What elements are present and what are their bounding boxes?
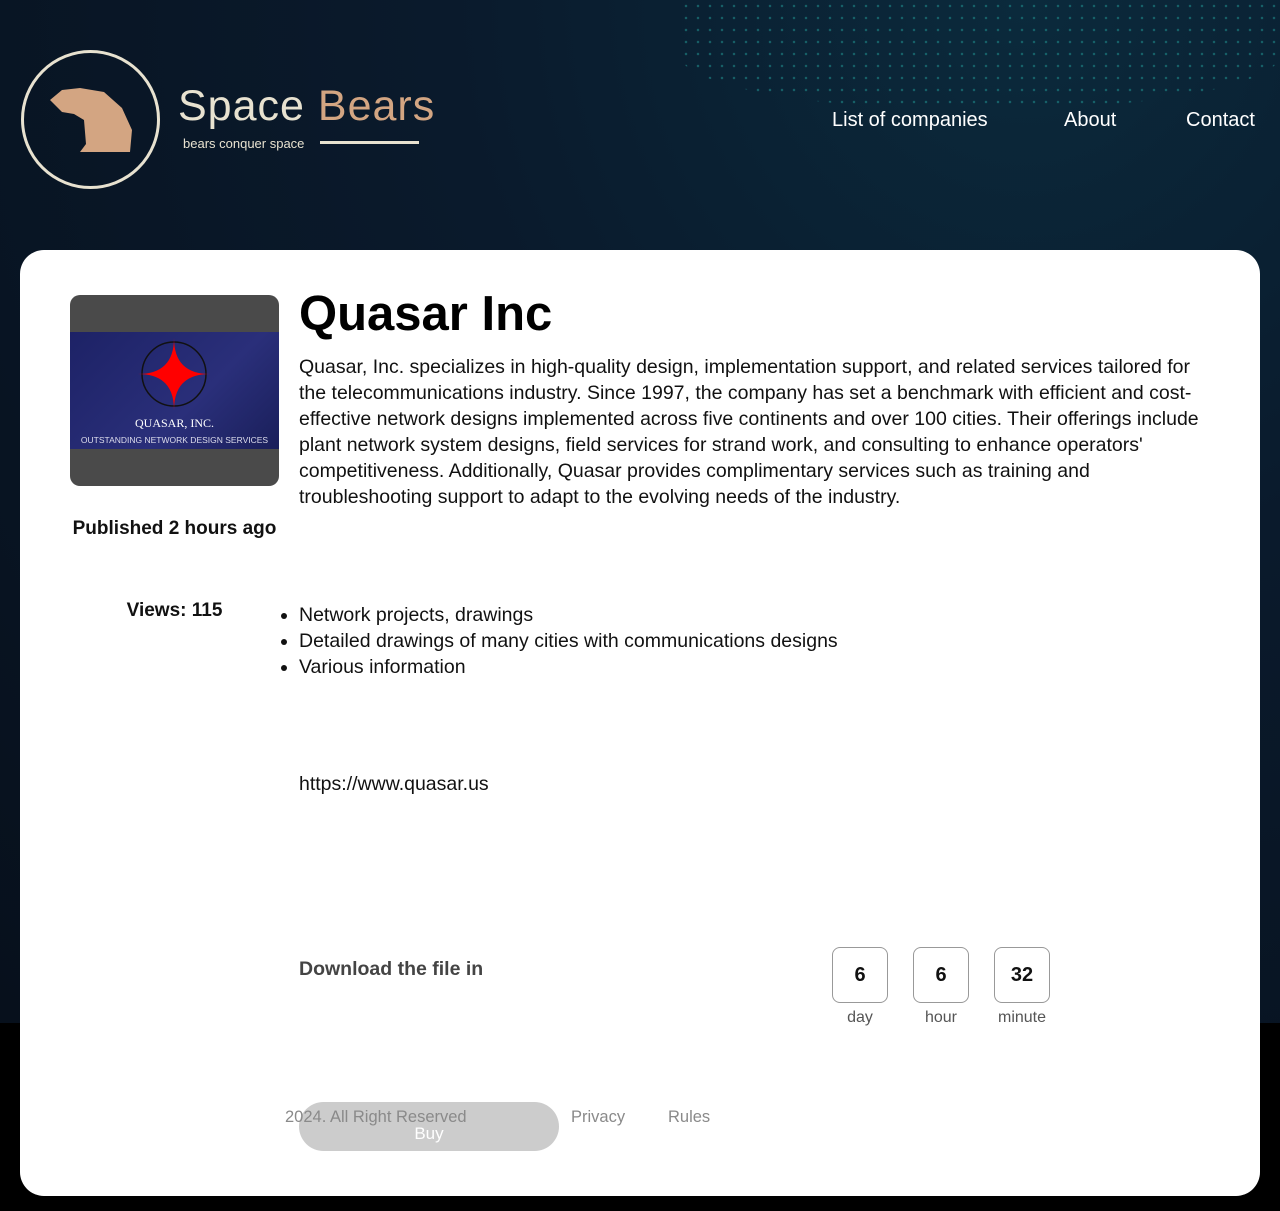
download-label: Download the file in [299,958,484,980]
copyright: 2024. All Right Reserved [285,1108,467,1126]
bear-icon [50,88,132,152]
nav-list-of-companies[interactable]: List of companies [832,109,988,132]
list-item: Detailed drawings of many cities with co… [299,628,838,654]
countdown-minute: 32 minute [994,947,1050,1027]
company-title: Quasar Inc [299,287,553,341]
company-url[interactable]: https://www.quasar.us [299,773,489,796]
company-logo-image: QUASAR, INC. OUTSTANDING NETWORK DESIGN … [70,295,279,486]
countdown-day: 6 day [832,947,888,1027]
published-time: Published 2 hours ago [72,518,277,539]
countdown-value: 6 [832,947,888,1003]
nav-contact[interactable]: Contact [1186,109,1255,132]
footer-privacy-link[interactable]: Privacy [571,1108,625,1127]
countdown-unit: hour [924,1009,958,1026]
logo-tagline: OUTSTANDING NETWORK DESIGN SERVICES [80,435,269,445]
list-item: Various information [299,654,838,680]
brand-name: Space Bears [178,82,435,131]
feature-list: Network projects, drawings Detailed draw… [299,602,838,680]
quasar-star-icon [138,338,210,410]
dot-pattern [680,0,1280,110]
countdown-value: 6 [913,947,969,1003]
countdown-value: 32 [994,947,1050,1003]
brand-part1: Space [178,82,305,130]
countdown-unit: day [847,1009,873,1026]
brand-part2: Bears [317,82,436,130]
logo-company-name: QUASAR, INC. [134,416,214,430]
tagline-bar [320,141,419,144]
countdown-hour: 6 hour [913,947,969,1027]
countdown-unit: minute [997,1009,1047,1026]
nav-about[interactable]: About [1064,109,1116,132]
company-description: Quasar, Inc. specializes in high-quality… [299,356,1199,508]
footer-rules-link[interactable]: Rules [668,1108,710,1127]
views-count: Views: 115 [126,600,223,621]
list-item: Network projects, drawings [299,602,838,628]
tagline: bears conquer space [183,136,305,151]
